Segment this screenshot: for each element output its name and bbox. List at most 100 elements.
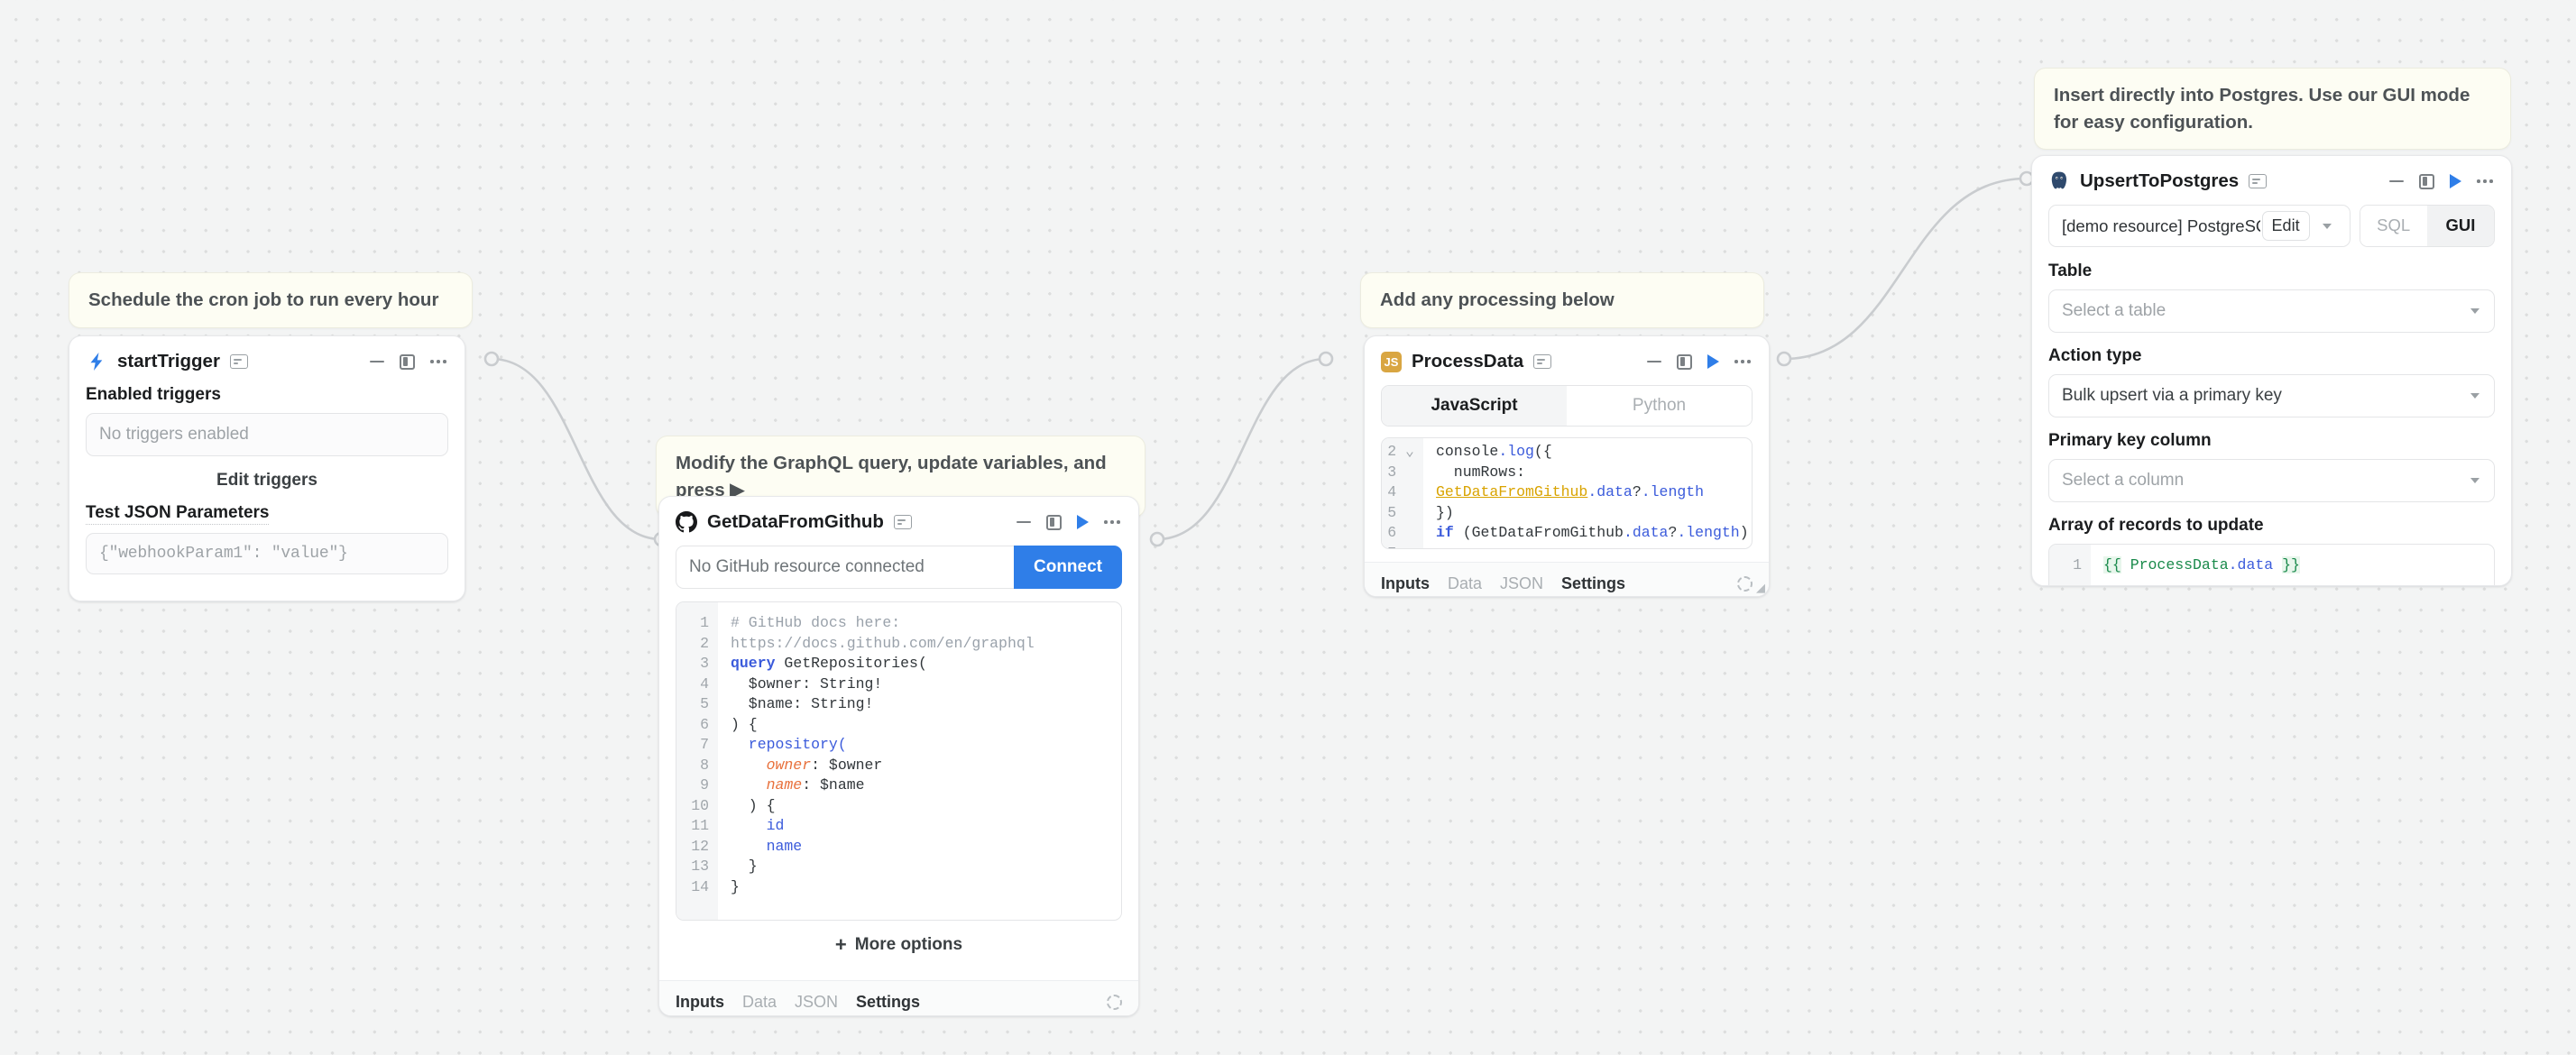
panel-toggle-icon[interactable]	[1046, 514, 1063, 530]
minimize-icon[interactable]	[2389, 180, 2405, 182]
code-token: query	[731, 655, 776, 672]
panel-toggle-icon[interactable]	[2419, 173, 2435, 189]
node-title: ProcessData	[1412, 351, 1524, 372]
node-title: startTrigger	[117, 351, 220, 372]
port-github-out[interactable]	[1149, 531, 1165, 547]
code-token: .data	[1623, 524, 1669, 541]
code-line: ) {	[731, 715, 1121, 736]
test-json-input[interactable]: {"webhookParam1": "value"}	[86, 533, 448, 574]
more-options-icon[interactable]	[2477, 179, 2493, 183]
tab-inputs[interactable]: Inputs	[1381, 574, 1430, 593]
sticky-note-cron[interactable]: Schedule the cron job to run every hour	[69, 272, 473, 328]
more-options-icon[interactable]	[1734, 360, 1751, 363]
tab-data[interactable]: Data	[1448, 574, 1482, 593]
tab-settings[interactable]: Settings	[856, 993, 920, 1012]
resource-selector[interactable]: [demo resource] PostgreSQL Edit	[2048, 205, 2351, 247]
resize-grip[interactable]: ◢	[1756, 582, 1765, 593]
edge-process-to-postgres	[1783, 177, 2028, 361]
comment-icon[interactable]	[893, 515, 912, 529]
code-content[interactable]: console.log({ numRows: GetDataFromGithub.…	[1423, 438, 1752, 548]
line-number: 11	[691, 817, 709, 834]
action-type-select[interactable]: Bulk upsert via a primary key	[2048, 374, 2495, 417]
tab-json[interactable]: JSON	[1500, 574, 1543, 593]
code-token: ) {	[1739, 524, 1749, 541]
code-line: GetDataFromGithub.data?.length	[1436, 482, 1752, 503]
node-postgres[interactable]: UpsertToPostgres [demo resource] Postgre…	[2031, 155, 2512, 586]
connect-button[interactable]: Connect	[1014, 546, 1122, 589]
more-options-button[interactable]: + More options	[676, 921, 1122, 968]
more-options-icon[interactable]	[1104, 520, 1120, 524]
code-token: console	[1436, 443, 1499, 460]
comment-icon[interactable]	[229, 354, 248, 369]
run-play-icon[interactable]	[2450, 174, 2462, 188]
panel-toggle-icon[interactable]	[1677, 353, 1693, 370]
tab-data[interactable]: Data	[742, 993, 777, 1012]
graphql-code-editor[interactable]: 1 2 3 4 5 6 7 8 9 10 11 12 13 14 # GitHub docs here: h…	[676, 601, 1122, 921]
table-select[interactable]: Select a table	[2048, 289, 2495, 333]
enabled-triggers-label: Enabled triggers	[86, 385, 221, 404]
tab-javascript[interactable]: JavaScript	[1382, 386, 1567, 426]
port-process-out[interactable]	[1776, 351, 1792, 367]
code-token: id	[731, 817, 785, 834]
tab-inputs[interactable]: Inputs	[676, 993, 724, 1012]
code-token: .length	[1641, 483, 1705, 500]
port-process-in[interactable]	[1318, 351, 1334, 367]
code-line: https://docs.github.com/en/graphql	[731, 634, 1121, 655]
tab-sql[interactable]: SQL	[2360, 206, 2427, 246]
header-icon-group	[2389, 173, 2495, 189]
code-line: # GitHub docs here:	[731, 613, 1121, 634]
node-header[interactable]: startTrigger	[69, 336, 465, 381]
node-process-data[interactable]: JS ProcessData JavaScript Python 2 ⌄ 3 4 5…	[1364, 335, 1770, 597]
node-header[interactable]: JS ProcessData	[1365, 336, 1769, 381]
more-options-icon[interactable]	[430, 360, 446, 363]
edit-triggers-button[interactable]: Edit triggers	[86, 456, 448, 503]
node-footer-tabs[interactable]: Inputs Data JSON Settings	[1365, 562, 1769, 596]
note-text: Add any processing below	[1380, 289, 1615, 310]
chevron-down-icon[interactable]	[2310, 223, 2342, 229]
run-play-icon[interactable]	[1077, 515, 1090, 529]
code-token: $name: String!	[731, 695, 874, 712]
sticky-note-postgres[interactable]: Insert directly into Postgres. Use our G…	[2034, 68, 2511, 151]
code-content[interactable]: # GitHub docs here: https://docs.github.c…	[718, 602, 1121, 920]
language-tabs[interactable]: JavaScript Python	[1381, 385, 1753, 427]
postgres-resource-row: [demo resource] PostgreSQL Edit SQL GUI	[2048, 205, 2495, 247]
javascript-code-editor[interactable]: 2 ⌄3 4 5 6 7 ⌄ console.log({ numRows:Get…	[1381, 437, 1753, 549]
node-header[interactable]: GetDataFromGithub	[659, 497, 1138, 542]
mode-toggle[interactable]: SQL GUI	[2359, 205, 2495, 247]
code-token: ) {	[731, 715, 758, 733]
header-icon-group	[1647, 353, 1753, 370]
sticky-note-process[interactable]: Add any processing below	[1360, 272, 1764, 328]
edit-resource-button[interactable]: Edit	[2261, 211, 2310, 241]
table-label: Table	[2048, 261, 2093, 280]
code-token: ProcessData	[2121, 556, 2229, 573]
tab-gui[interactable]: GUI	[2426, 206, 2494, 246]
code-line: }	[731, 877, 1121, 898]
primary-key-select[interactable]: Select a column	[2048, 459, 2495, 502]
node-start-trigger[interactable]: startTrigger Enabled triggers No trigger…	[69, 335, 465, 601]
line-number: 10	[691, 796, 709, 814]
array-records-editor[interactable]: 1 {{ ProcessData.data }}	[2048, 544, 2495, 585]
line-number: 3	[1387, 463, 1414, 481]
line-number: 2 ⌄	[1387, 443, 1414, 460]
minimize-icon[interactable]	[1647, 361, 1662, 362]
comment-icon[interactable]	[2249, 174, 2268, 188]
tab-settings[interactable]: Settings	[1561, 574, 1625, 593]
node-header[interactable]: UpsertToPostgres	[2032, 156, 2511, 201]
enabled-triggers-field[interactable]: No triggers enabled	[86, 413, 448, 456]
panel-toggle-icon[interactable]	[400, 353, 416, 370]
node-footer-tabs[interactable]: Inputs Data JSON Settings	[659, 980, 1138, 1015]
comment-icon[interactable]	[1533, 354, 1552, 369]
code-content[interactable]: {{ ProcessData.data }}	[2091, 545, 2494, 585]
test-json-label: Test JSON Parameters	[86, 503, 270, 525]
node-github[interactable]: GetDataFromGithub No GitHub resource con…	[658, 496, 1139, 1016]
minimize-icon[interactable]	[370, 361, 385, 362]
github-resource-input[interactable]: No GitHub resource connected	[676, 546, 1014, 589]
port-trigger-out[interactable]	[483, 351, 500, 367]
workflow-canvas[interactable]: Schedule the cron job to run every hour …	[0, 0, 2576, 1055]
primary-key-label: Primary key column	[2048, 431, 2212, 450]
tab-json[interactable]: JSON	[795, 993, 838, 1012]
action-type-label: Action type	[2048, 346, 2142, 365]
run-play-icon[interactable]	[1707, 354, 1720, 369]
minimize-icon[interactable]	[1017, 521, 1032, 523]
tab-python[interactable]: Python	[1567, 386, 1752, 426]
